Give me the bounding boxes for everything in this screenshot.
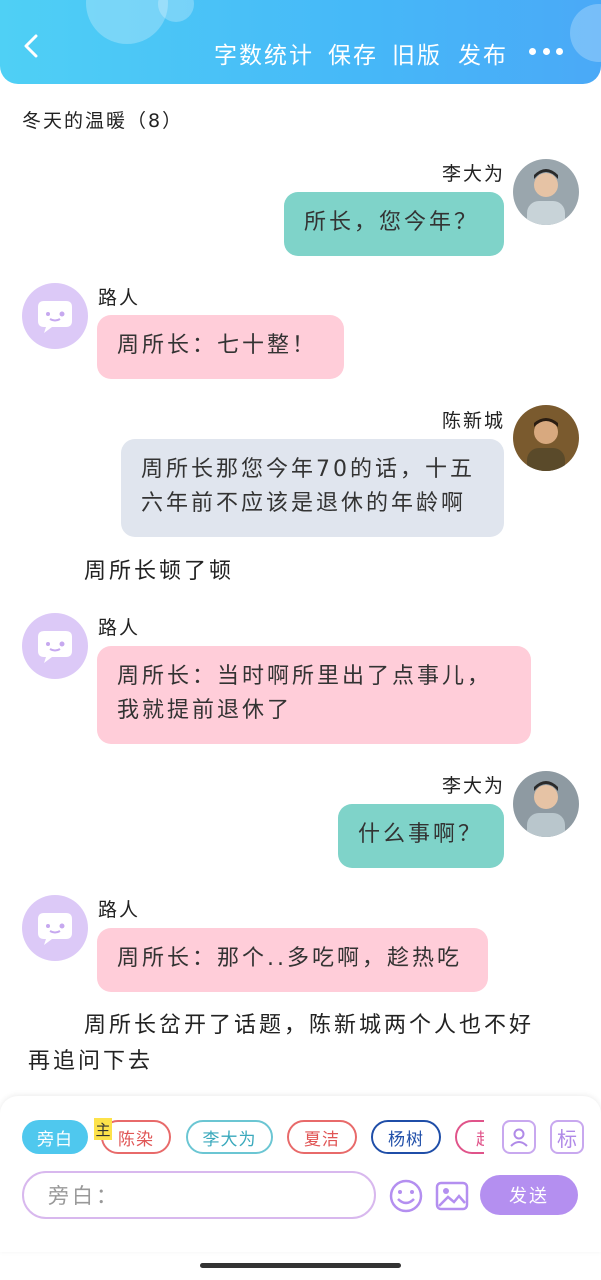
narration-line: 周所长岔开了话题，陈新城两个人也不好 xyxy=(84,1013,535,1038)
chat-bot-icon xyxy=(38,913,72,945)
home-indicator[interactable] xyxy=(200,1263,401,1268)
chip-xia-jie[interactable]: 夏洁 xyxy=(287,1120,357,1154)
avatar-li-dawei[interactable] xyxy=(513,771,579,837)
tag-icon[interactable]: 标 xyxy=(550,1120,584,1154)
narration-line: 再追问下去 xyxy=(28,1049,154,1074)
chat-bot-icon xyxy=(38,301,72,333)
message-bubble[interactable]: 什么事啊？ xyxy=(338,804,504,868)
chat-bot-icon xyxy=(38,631,72,663)
message-input[interactable]: 旁白： xyxy=(22,1171,376,1219)
speaker-name: 路人 xyxy=(98,899,141,921)
message-bubble[interactable]: 周所长：七十整！ xyxy=(97,315,344,379)
top-bar: 字数统计 保存 旧版 发布 xyxy=(0,0,601,84)
chip-li-dawei[interactable]: 李大为 xyxy=(186,1120,273,1154)
message-bubble[interactable]: 周所长：当时啊所里出了点事儿， 我就提前退休了 xyxy=(97,646,531,744)
avatar-chen-xincheng[interactable] xyxy=(513,405,579,471)
story-title: 冬天的温暖（8） xyxy=(22,110,184,132)
main-role-badge: 主 xyxy=(94,1118,112,1140)
decor-bubble xyxy=(570,4,601,62)
speaker-name: 路人 xyxy=(98,617,141,639)
more-icon[interactable] xyxy=(529,48,563,56)
message-bubble[interactable]: 周所长那您今年70的话，十五 六年前不应该是退休的年龄啊 xyxy=(121,439,504,537)
message-bubble[interactable]: 周所长：那个..多吃啊，趁热吃 xyxy=(97,928,488,992)
message-bubble[interactable]: 所长，您今年？ xyxy=(284,192,504,256)
send-button[interactable]: 发送 xyxy=(480,1175,578,1215)
save-button[interactable]: 保存 xyxy=(328,36,378,70)
narration-text[interactable]: 周所长顿了顿 xyxy=(84,554,234,590)
message-line: 周所长那您今年70的话，十五 xyxy=(141,457,475,482)
image-icon[interactable] xyxy=(434,1178,470,1214)
person-outline-icon xyxy=(510,1128,528,1147)
speaker-name: 李大为 xyxy=(442,163,506,185)
chip-yang-shu[interactable]: 杨树 xyxy=(371,1120,441,1154)
emoji-icon[interactable] xyxy=(388,1178,424,1214)
chip-narrator[interactable]: 旁白 xyxy=(22,1120,88,1154)
avatar-li-dawei[interactable] xyxy=(513,159,579,225)
speaker-name: 李大为 xyxy=(442,775,506,797)
avatar-passerby[interactable] xyxy=(22,613,88,679)
chip-zhao[interactable]: 赵 xyxy=(455,1120,484,1154)
speaker-name: 陈新城 xyxy=(442,410,506,432)
publish-button[interactable]: 发布 xyxy=(458,36,508,70)
word-count-button[interactable]: 字数统计 xyxy=(214,36,314,70)
decor-bubble xyxy=(86,0,168,44)
chip-overflow: 赵 xyxy=(455,1120,484,1154)
person-photo-icon xyxy=(513,771,579,837)
message-line: 我就提前退休了 xyxy=(117,698,293,723)
character-icon[interactable] xyxy=(502,1120,536,1154)
narration-text[interactable]: 周所长岔开了话题，陈新城两个人也不好 再追问下去 xyxy=(28,1008,573,1080)
back-arrow-icon[interactable] xyxy=(20,34,44,58)
message-line: 周所长：当时啊所里出了点事儿， xyxy=(117,664,493,689)
speaker-name: 路人 xyxy=(98,287,141,309)
message-line: 六年前不应该是退休的年龄啊 xyxy=(141,491,467,516)
person-photo-icon xyxy=(513,405,579,471)
avatar-passerby[interactable] xyxy=(22,895,88,961)
person-photo-icon xyxy=(513,159,579,225)
avatar-passerby[interactable] xyxy=(22,283,88,349)
old-version-button[interactable]: 旧版 xyxy=(392,36,442,70)
